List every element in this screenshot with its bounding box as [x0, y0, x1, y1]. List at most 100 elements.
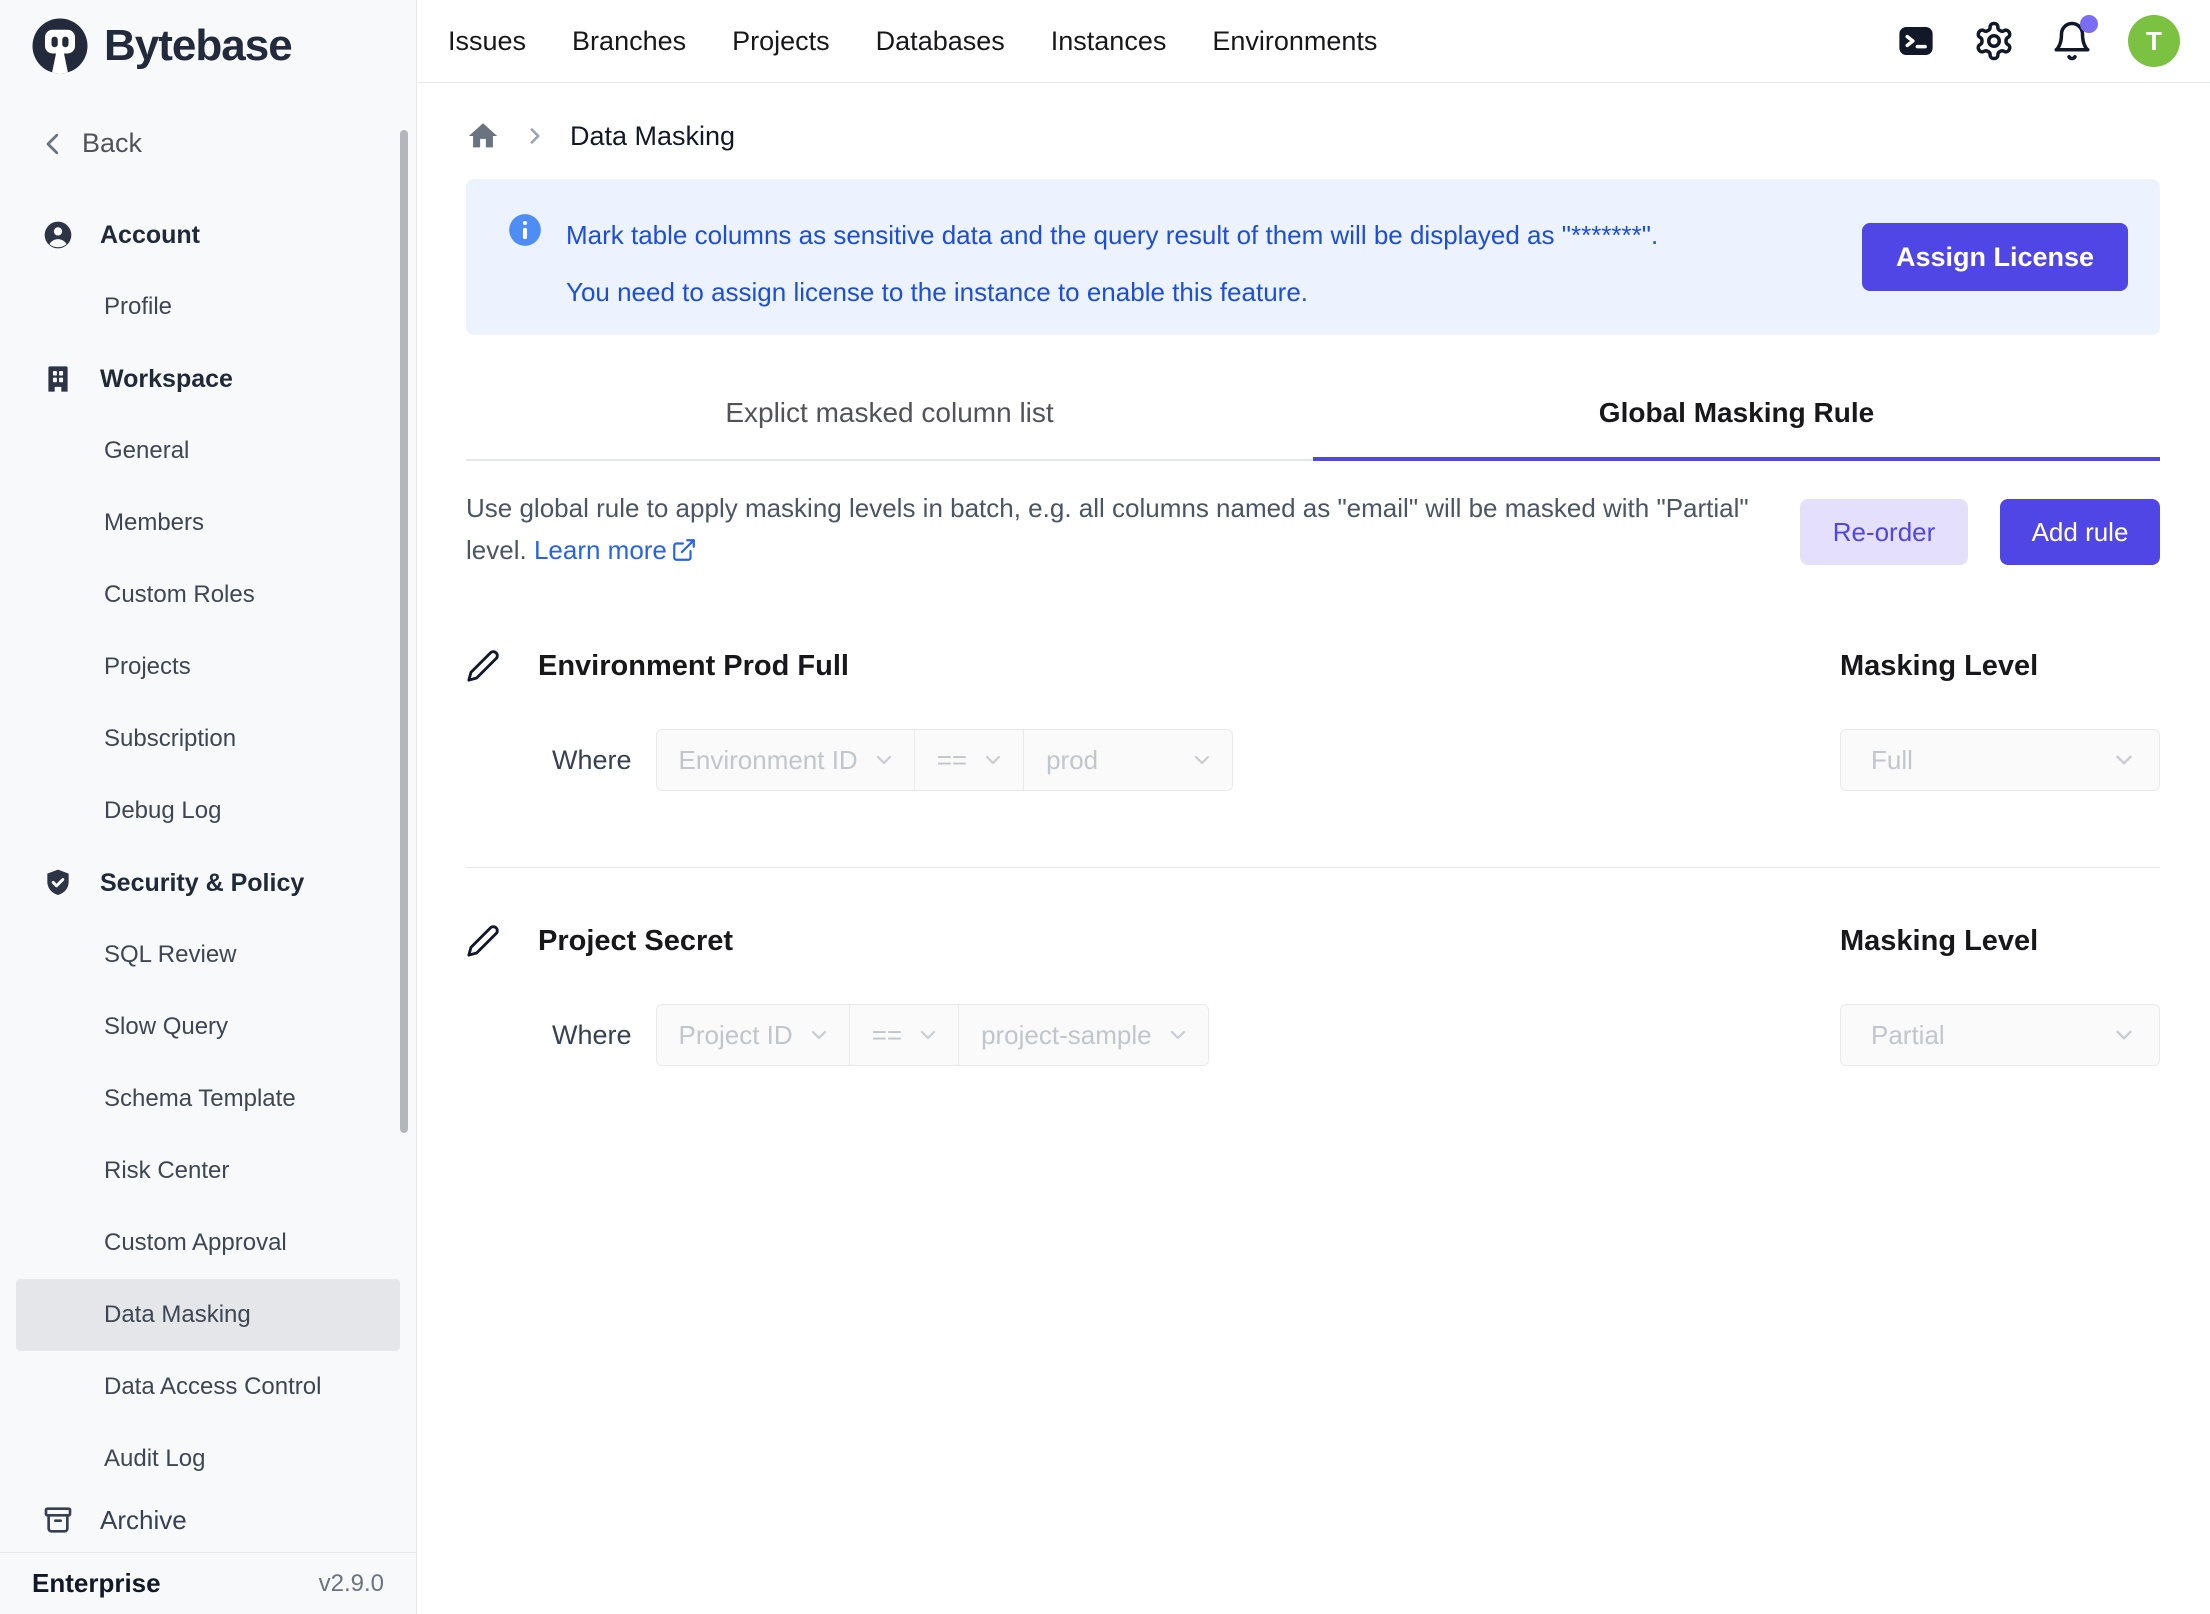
- condition-field-value: Project ID: [679, 1020, 793, 1051]
- sidebar: Bytebase Back Account Profile Workspace Gen…: [0, 0, 417, 1614]
- sidebar-item-profile[interactable]: Profile: [0, 271, 416, 343]
- archive-icon: [42, 1504, 74, 1536]
- sidebar-item-members[interactable]: Members: [0, 487, 416, 559]
- sidebar-item-schema-template[interactable]: Schema Template: [0, 1063, 416, 1135]
- sidebar-item-data-masking[interactable]: Data Masking: [16, 1279, 400, 1351]
- rule-title-row: Environment Prod Full Masking Level: [466, 649, 2160, 683]
- banner-line2: You need to assign license to the instan…: [566, 264, 1658, 321]
- top-bar-right: T: [1894, 15, 2180, 67]
- sidebar-label: Audit Log: [104, 1445, 205, 1473]
- sidebar-item-custom-approval[interactable]: Custom Approval: [0, 1207, 416, 1279]
- masking-level-label: Masking Level: [1840, 650, 2160, 683]
- top-nav-item-databases[interactable]: Databases: [876, 26, 1005, 57]
- masking-rule-environment-prod-full: Environment Prod Full Masking Level Wher…: [466, 649, 2160, 868]
- banner-text: Mark table columns as sensitive data and…: [566, 207, 1658, 321]
- add-rule-button[interactable]: Add rule: [2000, 499, 2160, 565]
- masking-level-value: Partial: [1871, 1020, 1945, 1051]
- sidebar-label: Members: [104, 509, 204, 537]
- condition-value-select[interactable]: prod: [1024, 730, 1232, 790]
- bytebase-robot-icon: [30, 16, 90, 76]
- top-bar: Issues Branches Projects Databases Instances…: [418, 0, 2210, 83]
- sidebar-item-subscription[interactable]: Subscription: [0, 703, 416, 775]
- back-button[interactable]: Back: [38, 128, 416, 159]
- sidebar-item-custom-roles[interactable]: Custom Roles: [0, 559, 416, 631]
- where-label: Where: [552, 1020, 632, 1051]
- sidebar-item-data-access-control[interactable]: Data Access Control: [0, 1351, 416, 1423]
- top-nav-item-instances[interactable]: Instances: [1051, 26, 1167, 57]
- sidebar-label: Slow Query: [104, 1013, 228, 1041]
- learn-more-link[interactable]: Learn more: [534, 529, 697, 571]
- rule-divider: [466, 867, 2160, 868]
- condition-operator-select[interactable]: ==: [850, 1005, 959, 1065]
- chevron-down-icon: [2111, 747, 2137, 773]
- sidebar-item-slow-query[interactable]: Slow Query: [0, 991, 416, 1063]
- banner-line1: Mark table columns as sensitive data and…: [566, 207, 1658, 264]
- sidebar-section-account[interactable]: Account: [0, 199, 416, 271]
- assign-license-button[interactable]: Assign License: [1862, 223, 2128, 291]
- masking-level-select[interactable]: Partial: [1840, 1004, 2160, 1066]
- chevron-down-icon: [2111, 1022, 2137, 1048]
- condition-field-select[interactable]: Project ID: [657, 1005, 850, 1065]
- sidebar-item-sql-review[interactable]: SQL Review: [0, 919, 416, 991]
- sidebar-label: Debug Log: [104, 797, 221, 825]
- learn-more-label: Learn more: [534, 529, 667, 571]
- rule-title: Project Secret: [538, 925, 733, 958]
- edit-pencil-icon[interactable]: [466, 649, 500, 683]
- sidebar-label: Subscription: [104, 725, 236, 753]
- condition-value-select[interactable]: project-sample: [959, 1005, 1208, 1065]
- sidebar-nav: Account Profile Workspace General Members Cus…: [0, 199, 416, 1495]
- sidebar-scrollbar-thumb[interactable]: [400, 130, 408, 1133]
- chevron-down-icon: [1166, 1023, 1190, 1047]
- chevron-down-icon: [807, 1023, 831, 1047]
- condition-operator-select[interactable]: ==: [915, 730, 1024, 790]
- condition-operator-value: ==: [872, 1020, 902, 1051]
- sidebar-item-audit-log[interactable]: Audit Log: [0, 1423, 416, 1495]
- sidebar-item-projects[interactable]: Projects: [0, 631, 416, 703]
- notification-dot: [2080, 15, 2098, 33]
- masking-level-select[interactable]: Full: [1840, 729, 2160, 791]
- version-label: v2.9.0: [319, 1570, 384, 1598]
- sidebar-section-security-policy[interactable]: Security & Policy: [0, 847, 416, 919]
- condition-field-select[interactable]: Environment ID: [657, 730, 915, 790]
- top-nav-item-environments[interactable]: Environments: [1212, 26, 1377, 57]
- home-icon[interactable]: [466, 119, 500, 153]
- condition-field-value: Environment ID: [679, 745, 858, 776]
- edit-pencil-icon[interactable]: [466, 924, 500, 958]
- rule-where-row: Where Environment ID == prod: [466, 729, 2160, 791]
- sidebar-label: Security & Policy: [100, 869, 304, 898]
- user-circle-icon: [42, 219, 74, 251]
- reorder-button[interactable]: Re-order: [1800, 499, 1968, 565]
- condition-group: Environment ID == prod: [656, 729, 1234, 791]
- tab-global-masking-rule[interactable]: Global Masking Rule: [1313, 371, 2160, 459]
- sidebar-label: Data Masking: [104, 1301, 251, 1329]
- terminal-icon[interactable]: [1894, 19, 1938, 63]
- sidebar-item-archive[interactable]: Archive: [0, 1488, 416, 1552]
- avatar[interactable]: T: [2128, 15, 2180, 67]
- back-label: Back: [82, 128, 142, 159]
- sidebar-item-debug-log[interactable]: Debug Log: [0, 775, 416, 847]
- sidebar-label: General: [104, 437, 189, 465]
- settings-gear-icon[interactable]: [1972, 19, 2016, 63]
- sidebar-label: Profile: [104, 293, 172, 321]
- rules-actions: Re-order Add rule: [1800, 499, 2160, 565]
- sidebar-section-workspace[interactable]: Workspace: [0, 343, 416, 415]
- bytebase-logo[interactable]: Bytebase: [0, 0, 416, 76]
- sidebar-label: Data Access Control: [104, 1373, 321, 1401]
- chevron-down-icon: [872, 748, 896, 772]
- notifications-bell-icon[interactable]: [2050, 19, 2094, 63]
- condition-value: prod: [1046, 745, 1098, 776]
- tab-explict-masked-column-list[interactable]: Explict masked column list: [466, 371, 1313, 459]
- info-icon: [506, 211, 544, 249]
- rule-title-row: Project Secret Masking Level: [466, 924, 2160, 958]
- sidebar-label: Custom Approval: [104, 1229, 287, 1257]
- rule-where-row: Where Project ID == project-sample: [466, 1004, 2160, 1066]
- top-nav-item-branches[interactable]: Branches: [572, 26, 686, 57]
- sidebar-label: Workspace: [100, 365, 233, 394]
- shield-check-icon: [42, 867, 74, 899]
- top-nav-item-issues[interactable]: Issues: [448, 26, 526, 57]
- plan-badge: Enterprise: [32, 1568, 161, 1599]
- top-nav-item-projects[interactable]: Projects: [732, 26, 830, 57]
- rules-description: Use global rule to apply masking levels …: [466, 487, 1796, 571]
- sidebar-item-general[interactable]: General: [0, 415, 416, 487]
- sidebar-item-risk-center[interactable]: Risk Center: [0, 1135, 416, 1207]
